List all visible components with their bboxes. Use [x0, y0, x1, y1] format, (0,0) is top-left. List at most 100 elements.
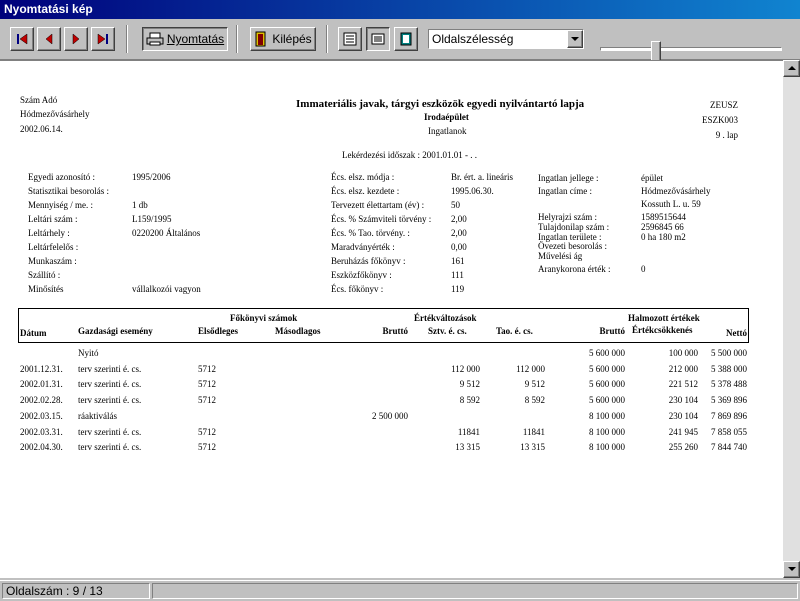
table-cell: 2 500 000 — [372, 411, 408, 421]
table-cell: 9 512 — [524, 379, 545, 389]
table-header-border — [18, 342, 748, 343]
detail-value: 1 db — [132, 200, 148, 210]
table-cell: 100 000 — [668, 348, 698, 358]
table-cell: 5 369 896 — [711, 395, 747, 405]
toolbar-separator — [326, 25, 328, 53]
exit-button[interactable]: Kilépés — [250, 27, 316, 51]
status-bar: Oldalszám : 9 / 13 — [0, 580, 800, 601]
detail-label: Maradványérték : — [331, 242, 395, 252]
report-subtitle: Irodaépület — [424, 112, 469, 122]
last-page-icon — [97, 33, 108, 45]
next-page-button[interactable] — [64, 27, 88, 51]
detail-value: 161 — [451, 256, 465, 266]
first-page-icon — [17, 33, 28, 45]
zoom-slider-track[interactable] — [600, 47, 782, 51]
detail-value: Kossuth L. u. 59 — [641, 199, 701, 209]
detail-label: Écs. % Tao. törvény. : — [331, 228, 410, 238]
detail-value: 0 — [641, 264, 646, 274]
table-cell: 2002.04.30. — [20, 442, 63, 452]
exit-button-label: Kilépés — [272, 32, 312, 46]
detail-label: Aranykorona érték : — [538, 264, 611, 274]
detail-label: Écs. főkönyv : — [331, 284, 384, 294]
zoom-dropdown-button[interactable] — [567, 30, 583, 48]
zoom-100-view-button[interactable] — [394, 27, 418, 51]
column-header: Nettó — [726, 328, 747, 338]
table-cell: 221 512 — [668, 379, 698, 389]
detail-label: Egyedi azonosító : — [28, 172, 95, 182]
zoom-select-value: Oldalszélesség — [432, 32, 514, 46]
table-cell: 2002.03.31. — [20, 427, 63, 437]
detail-label: Ingatlan jellege : — [538, 173, 599, 183]
table-cell: 112 000 — [516, 364, 545, 374]
table-cell: 8 100 000 — [589, 411, 625, 421]
detail-label: Beruházás főkönyv : — [331, 256, 406, 266]
table-cell: 8 100 000 — [589, 442, 625, 452]
first-page-button[interactable] — [10, 27, 34, 51]
window-title: Nyomtatási kép — [0, 0, 800, 19]
scroll-down-button[interactable] — [783, 561, 800, 578]
table-cell: terv szerinti é. cs. — [78, 364, 142, 374]
detail-value: 111 — [451, 270, 464, 280]
table-cell: 8 100 000 — [589, 427, 625, 437]
detail-value: 0220200 Általános — [132, 228, 201, 238]
table-cell: 13 315 — [520, 442, 545, 452]
print-button[interactable]: Nyomtatás — [142, 27, 228, 51]
detail-value: 119 — [451, 284, 465, 294]
detail-label: Mennyiség / me. : — [28, 200, 93, 210]
table-cell: 5 388 000 — [711, 364, 747, 374]
detail-label: Leltárfelelős : — [28, 242, 79, 252]
page-width-view-button[interactable] — [366, 27, 390, 51]
table-cell: 255 260 — [668, 442, 698, 452]
detail-value: 1995/2006 — [132, 172, 171, 182]
software-name: ZEUSZ — [710, 100, 738, 110]
printer-icon — [146, 32, 164, 46]
detail-label: Ingatlan címe : — [538, 186, 592, 196]
detail-value: 1995.06.30. — [451, 186, 494, 196]
print-button-label: Nyomtatás — [166, 32, 225, 46]
zoom-select[interactable]: Oldalszélesség — [428, 29, 584, 49]
table-cell: terv szerinti é. cs. — [78, 379, 142, 389]
detail-label: Tulajdonilap szám : — [538, 222, 610, 232]
whole-page-view-button[interactable] — [338, 27, 362, 51]
toolbar-separator — [236, 25, 238, 53]
table-cell: 5712 — [198, 379, 216, 389]
table-cell: 2002.01.31. — [20, 379, 63, 389]
chevron-down-icon — [571, 36, 579, 41]
detail-label: Leltári szám : — [28, 214, 78, 224]
detail-value: 2,00 — [451, 214, 467, 224]
detail-value: épület — [641, 173, 663, 183]
page-width-icon — [371, 33, 385, 45]
status-page: Oldalszám : 9 / 13 — [2, 583, 150, 599]
table-cell: 230 104 — [668, 395, 698, 405]
door-exit-icon — [255, 31, 266, 47]
detail-label: Écs. elsz. kezdete : — [331, 186, 400, 196]
scroll-up-button[interactable] — [783, 60, 800, 77]
table-cell: 7 869 896 — [711, 411, 747, 421]
table-cell: 8 592 — [459, 395, 480, 405]
prev-page-icon — [45, 33, 53, 45]
table-cell: 7 844 740 — [711, 442, 747, 452]
table-cell: terv szerinti é. cs. — [78, 395, 142, 405]
report-date: 2002.06.14. — [20, 124, 63, 134]
detail-label: Tervezett élettartam (év) : — [331, 200, 425, 210]
table-cell: 5 500 000 — [711, 348, 747, 358]
column-header: Bruttó — [599, 326, 626, 336]
prev-page-button[interactable] — [37, 27, 61, 51]
detail-label: Szállító : — [28, 270, 61, 280]
vertical-scrollbar[interactable] — [783, 60, 800, 578]
detail-value: 50 — [451, 200, 460, 210]
table-top-border — [18, 308, 748, 309]
detail-value: Hódmezővásárhely — [641, 186, 711, 196]
table-cell: 230 104 — [668, 411, 698, 421]
table-left-border — [18, 308, 19, 343]
table-cell: 11841 — [522, 427, 545, 437]
table-cell: 241 945 — [668, 427, 698, 437]
detail-value: vállalkozói vagyon — [132, 284, 201, 294]
report-category: Ingatlanok — [428, 126, 467, 136]
column-header: Gazdasági esemény — [78, 326, 153, 336]
detail-value: 2596845 66 — [641, 222, 684, 232]
column-header: Bruttó — [382, 326, 409, 336]
table-cell: 2001.12.31. — [20, 364, 63, 374]
last-page-button[interactable] — [91, 27, 115, 51]
table-cell: 5712 — [198, 395, 216, 405]
